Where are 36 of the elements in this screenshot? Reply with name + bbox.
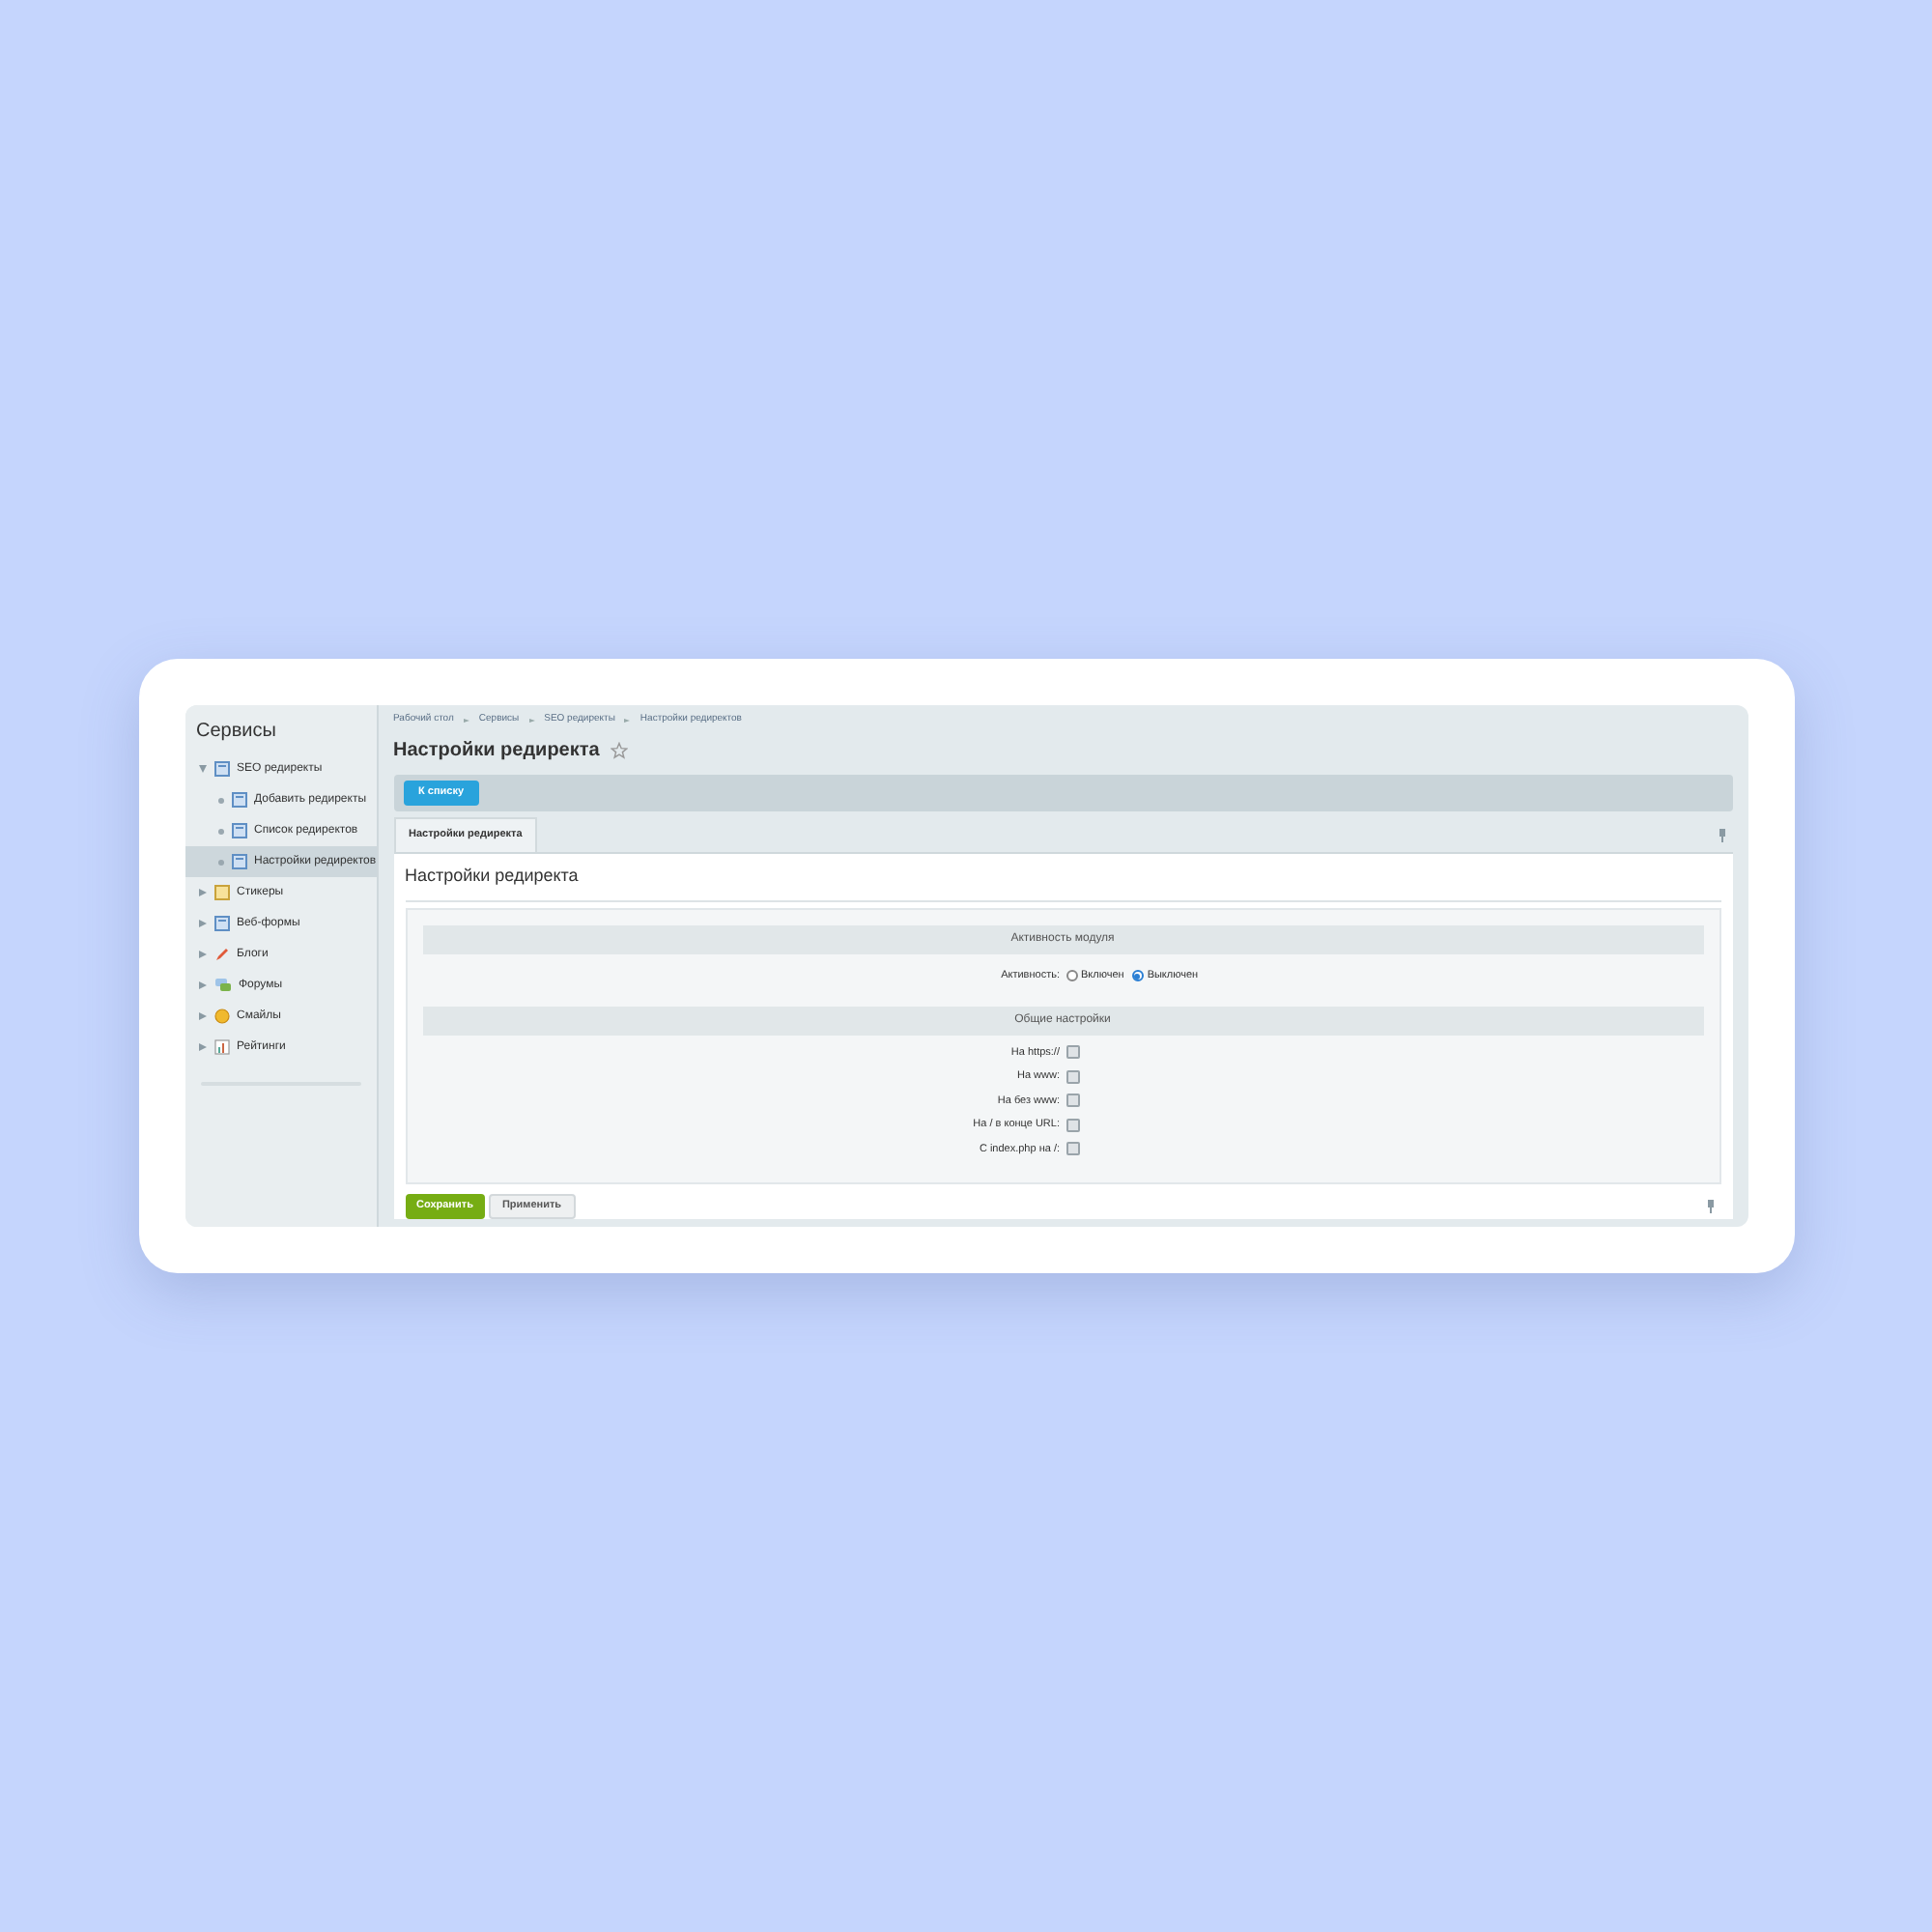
form-title: Настройки редиректа xyxy=(405,864,1720,901)
note-icon xyxy=(213,885,229,900)
page-title: Настройки редиректа xyxy=(393,737,600,764)
module-icon xyxy=(231,823,246,838)
checkbox[interactable] xyxy=(1065,1094,1079,1108)
collapsed-arrow-icon[interactable] xyxy=(198,889,206,896)
collapsed-arrow-icon[interactable] xyxy=(198,1043,206,1051)
bar-chart-icon xyxy=(213,1039,229,1055)
breadcrumb-separator-icon xyxy=(463,718,469,723)
module-icon xyxy=(231,792,246,808)
collapsed-arrow-icon[interactable] xyxy=(198,1012,206,1020)
pencil-icon xyxy=(213,947,229,962)
radio-button[interactable] xyxy=(1065,970,1077,981)
checkbox[interactable] xyxy=(1065,1069,1079,1084)
sidebar-title: Сервисы xyxy=(194,719,278,746)
expanded-arrow-icon[interactable] xyxy=(198,765,206,773)
collapsed-arrow-icon[interactable] xyxy=(198,981,206,989)
module-icon xyxy=(231,854,246,869)
module-icon xyxy=(213,761,229,777)
checkbox[interactable] xyxy=(1065,1118,1079,1132)
breadcrumb-separator-icon xyxy=(624,718,631,723)
breadcrumb-separator-icon xyxy=(528,718,535,723)
checkbox[interactable] xyxy=(1065,1045,1079,1060)
checkbox[interactable] xyxy=(1065,1142,1079,1156)
bullet-icon xyxy=(217,797,223,803)
pin-icon[interactable] xyxy=(1705,1200,1715,1213)
smiley-icon xyxy=(213,1009,229,1024)
pin-icon[interactable] xyxy=(1717,829,1726,842)
chat-icon xyxy=(213,978,231,993)
star-icon[interactable] xyxy=(611,741,629,758)
collapsed-arrow-icon[interactable] xyxy=(198,920,206,927)
bullet-icon xyxy=(217,859,223,865)
module-icon xyxy=(213,916,229,931)
radio-button[interactable] xyxy=(1131,970,1144,981)
bullet-icon xyxy=(217,828,223,834)
collapsed-arrow-icon[interactable] xyxy=(198,951,206,958)
